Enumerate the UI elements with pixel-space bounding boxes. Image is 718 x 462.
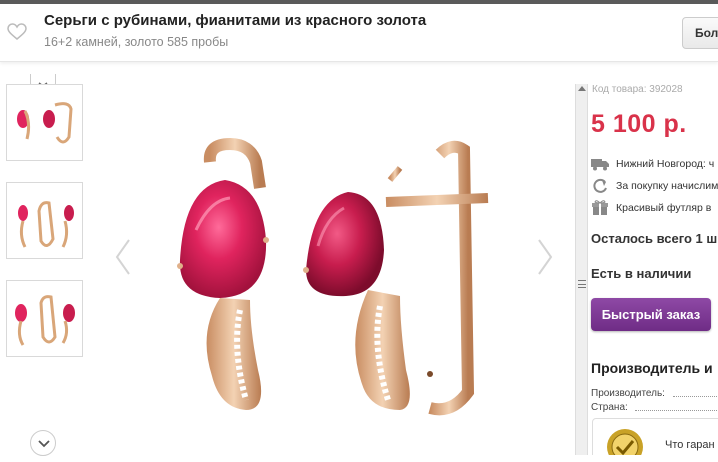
thumbnail-3[interactable] <box>6 280 83 357</box>
guarantee-box[interactable]: Что гаран <box>592 418 718 455</box>
product-title: Серьги с рубинами, фианитами из красного… <box>44 12 427 29</box>
delivery-text: Нижний Новгород: ч <box>616 158 715 170</box>
more-button[interactable]: Больше <box>682 17 718 49</box>
vertical-scrollbar[interactable] <box>575 84 588 455</box>
chevron-left-icon[interactable] <box>112 236 134 278</box>
country-label: Страна: <box>591 402 628 413</box>
product-subtitle: 16+2 камней, золото 585 пробы <box>44 35 229 49</box>
thumbnail-1[interactable] <box>6 84 83 161</box>
dotted-leader <box>673 396 718 397</box>
product-info-panel: Код товара: 392028 5 100 р. Нижний Новго… <box>588 84 718 455</box>
guarantee-seal-icon <box>607 429 643 455</box>
chevron-right-icon[interactable] <box>534 236 556 278</box>
main-product-image <box>100 70 570 455</box>
gift-box-text: Красивый футляр в <box>616 202 712 214</box>
scroll-up-arrow[interactable] <box>578 86 586 91</box>
guarantee-text: Что гаран <box>665 439 715 451</box>
scroll-grip[interactable] <box>578 280 586 288</box>
gift-icon <box>592 200 608 215</box>
thumbnail-2[interactable] <box>6 182 83 259</box>
chevron-down-icon[interactable] <box>30 430 56 456</box>
manufacturer-label: Производитель: <box>591 388 665 399</box>
quick-order-button[interactable]: Быстрый заказ <box>591 298 711 331</box>
dotted-leader <box>635 410 718 411</box>
product-header: Серьги с рубинами, фианитами из красного… <box>0 4 718 62</box>
product-price: 5 100 р. <box>591 110 687 138</box>
availability-status: Есть в наличии <box>591 266 692 281</box>
manufacturer-heading: Производитель и <box>591 360 713 376</box>
refresh-icon <box>593 178 607 193</box>
product-code: Код товара: 392028 <box>592 84 683 95</box>
heart-icon[interactable] <box>7 22 27 42</box>
bonus-text: За покупку начислим <box>616 180 718 192</box>
remaining-count: Осталось всего 1 ш <box>591 231 718 246</box>
country-row: Страна: <box>591 402 718 413</box>
manufacturer-row: Производитель: <box>591 388 718 399</box>
truck-icon <box>591 159 609 171</box>
